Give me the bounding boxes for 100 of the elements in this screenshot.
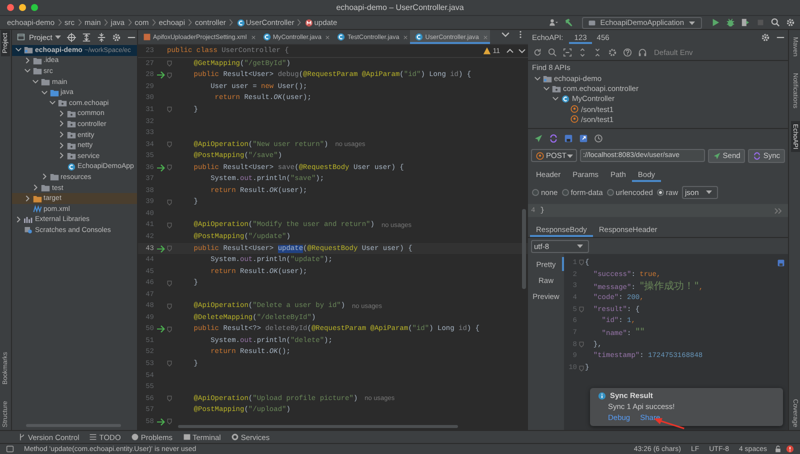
arrow-right-icon[interactable]	[156, 71, 166, 80]
fold-icon[interactable]	[578, 259, 584, 266]
bug-icon[interactable]	[726, 18, 735, 27]
arrow-right-icon[interactable]	[156, 418, 166, 426]
search-icon[interactable]	[548, 48, 557, 56]
panel-icon	[17, 33, 25, 41]
chevron-down-icon[interactable]	[40, 88, 48, 96]
fold-icon[interactable]	[167, 60, 172, 68]
scrollbar-thumb[interactable]	[522, 209, 526, 289]
chevron-right-icon[interactable]	[24, 194, 30, 202]
chevron-down-icon[interactable]	[15, 46, 22, 54]
arrow-right-icon[interactable]	[156, 244, 166, 253]
fold-icon[interactable]	[578, 306, 584, 314]
fold-icon[interactable]	[167, 326, 172, 333]
fold-icon[interactable]	[578, 364, 584, 372]
close-icon[interactable]	[250, 34, 256, 40]
method-icon	[305, 18, 314, 26]
fold-icon[interactable]	[167, 141, 172, 148]
settings-icon[interactable]	[112, 32, 122, 42]
arrow-right-icon[interactable]	[156, 164, 166, 172]
history-icon[interactable]	[594, 134, 603, 142]
fold-icon[interactable]	[167, 360, 172, 368]
expand-all-icon[interactable]	[82, 32, 92, 42]
send-icon	[712, 152, 721, 160]
refresh-icon[interactable]	[533, 48, 542, 56]
scrollbar-thumb[interactable]	[178, 425, 458, 428]
problems-icon	[130, 433, 139, 441]
radio-button[interactable]	[606, 188, 614, 196]
dropdown-arrow-icon[interactable]	[54, 33, 62, 41]
chevron-right-icon[interactable]	[58, 152, 64, 160]
settings-icon[interactable]	[608, 48, 617, 56]
chevron-down-icon[interactable]	[543, 84, 550, 92]
fold-icon[interactable]	[167, 302, 172, 310]
package-icon	[66, 110, 76, 118]
dropdown-arrow-icon	[688, 18, 696, 26]
layout-icon[interactable]	[6, 445, 14, 453]
hammer-icon[interactable]	[564, 18, 574, 27]
dropdown-arrow-icon	[705, 188, 714, 196]
package-icon	[552, 84, 561, 93]
fold-icon[interactable]	[167, 72, 172, 79]
fold-icon[interactable]	[167, 280, 172, 287]
search-icon[interactable]	[771, 18, 780, 27]
lock-icon[interactable]	[774, 445, 782, 453]
close-icon[interactable]	[482, 34, 488, 40]
chevron-down-icon[interactable]	[49, 99, 56, 106]
error-icon[interactable]	[786, 445, 794, 453]
chevron-down-icon[interactable]	[32, 78, 39, 86]
chevron-right-icon[interactable]	[774, 206, 782, 214]
user-icon[interactable]	[549, 18, 558, 27]
terminal-icon	[182, 433, 190, 441]
chevron-right-icon[interactable]	[58, 131, 64, 138]
chevron-right-icon[interactable]	[58, 110, 64, 117]
arrow-right-icon[interactable]	[156, 325, 166, 334]
package-icon	[66, 120, 76, 128]
fold-icon[interactable]	[167, 245, 172, 252]
coverage-icon[interactable]	[741, 18, 750, 27]
send-icon[interactable]	[534, 134, 543, 142]
chevron-right-icon[interactable]	[24, 56, 30, 64]
chevron-icon	[297, 19, 302, 26]
save-icon[interactable]	[564, 134, 573, 142]
maximize-icon[interactable]	[31, 4, 38, 11]
minimize-icon[interactable]	[19, 4, 26, 11]
chevron-up-icon[interactable]	[506, 47, 514, 55]
radio-button[interactable]	[656, 188, 664, 196]
fold-icon[interactable]	[167, 198, 172, 206]
collapse-all-icon[interactable]	[97, 32, 106, 42]
close-icon[interactable]	[325, 34, 330, 40]
class-icon	[415, 33, 424, 41]
class-icon	[66, 162, 76, 171]
fold-icon[interactable]	[167, 164, 172, 172]
settings-icon[interactable]	[786, 18, 795, 27]
expand-icon[interactable]	[578, 48, 587, 56]
run-icon[interactable]	[711, 18, 720, 27]
chevron-down-icon[interactable]	[552, 94, 559, 102]
fold-icon[interactable]	[167, 418, 172, 426]
export-icon[interactable]	[579, 134, 588, 142]
settings-icon[interactable]	[761, 32, 770, 42]
chevron-icon	[128, 19, 132, 26]
chevron-right-icon[interactable]	[58, 142, 64, 149]
chevron-right-icon[interactable]	[58, 120, 64, 128]
chevron-right-icon[interactable]	[40, 173, 48, 180]
sync-icon[interactable]	[549, 134, 558, 142]
fold-icon[interactable]	[167, 395, 172, 402]
warning-icon[interactable]	[482, 47, 491, 55]
chevron-down-icon[interactable]	[534, 74, 541, 82]
fold-icon[interactable]	[167, 222, 172, 229]
chevron-right-icon[interactable]	[32, 184, 39, 192]
close-icon[interactable]	[7, 4, 14, 11]
help-icon[interactable]	[623, 48, 632, 56]
radio-button[interactable]	[562, 188, 569, 196]
close-icon[interactable]	[403, 34, 408, 40]
chevron-down-icon[interactable]	[24, 67, 30, 74]
headset-icon[interactable]	[638, 48, 647, 56]
target-icon[interactable]	[67, 32, 76, 42]
fold-icon[interactable]	[578, 341, 584, 348]
fold-icon[interactable]	[167, 106, 172, 114]
chevron-right-icon[interactable]	[15, 216, 22, 223]
collapse-icon[interactable]	[593, 48, 602, 56]
scan-icon[interactable]	[563, 48, 572, 56]
radio-button[interactable]	[532, 188, 539, 196]
